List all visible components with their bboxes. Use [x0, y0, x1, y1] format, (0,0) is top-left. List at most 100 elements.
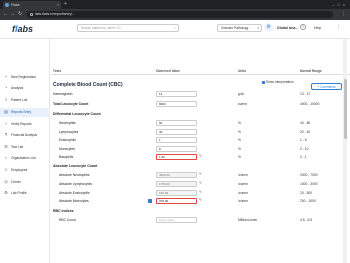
sidebar-item-label: Patient List — [11, 98, 28, 102]
table-row: Total Leucocyte Count 8000 cumm 4000 - 1000… — [51, 100, 350, 108]
table-row: Haemoglobin 14 g/dL 13 - 17 — [51, 90, 350, 98]
new-tab-icon[interactable]: + — [64, 0, 67, 9]
col-tests: Tests — [53, 69, 62, 73]
browser-menu-icon[interactable]: ⋮ — [341, 9, 346, 20]
reload-icon[interactable]: ↻ — [18, 9, 22, 20]
add-comments-button[interactable]: + Comments — [311, 83, 342, 90]
org-name[interactable]: Global Ana... — [277, 24, 298, 32]
row-checkbox[interactable] — [148, 198, 152, 203]
observed-value-input[interactable]: 1.00 — [156, 154, 197, 160]
sidebar-item-verify-reports[interactable]: ✓ Verify Reports — [0, 120, 50, 129]
edit-pencil-icon[interactable]: ✎ — [199, 198, 202, 202]
table-row: Neutrophils 60% 40 - 80 — [51, 119, 350, 127]
url-field[interactable]: labs.flabs.in/report/entry/... — [27, 11, 333, 18]
edit-pencil-icon[interactable]: ✎ — [199, 154, 202, 158]
observed-value-input[interactable]: 1 — [156, 137, 197, 143]
favicon-icon — [5, 3, 9, 7]
checkbox-icon — [262, 80, 265, 84]
test-name: Absolute Eosinophils — [59, 191, 90, 195]
sidebar-item-label: Analysis — [11, 86, 24, 90]
sidebar-item-reports-entry[interactable]: ▤ Reports Entry — [0, 108, 50, 117]
sidebar-item-label: Employees — [11, 168, 28, 172]
sidebar-item-center[interactable]: ◎ Center — [0, 178, 50, 187]
test-name: Monocytes — [59, 147, 75, 151]
unit-text: /cumm — [238, 173, 248, 177]
sidebar-item-label: New Registration — [11, 75, 37, 79]
address-bar: ← → ↻ labs.flabs.in/report/entry/... ⋮ — [0, 9, 350, 20]
test-name: Basophils — [59, 155, 74, 159]
help-link[interactable]: Help — [314, 24, 321, 32]
back-icon[interactable]: ← — [3, 9, 8, 20]
app-header: flabs Search patient by name / ID ⌕ Gobz… — [0, 20, 350, 39]
sidebar-item-icon: ◎ — [4, 179, 8, 184]
normal-range: 200 - 1000 — [300, 199, 316, 203]
table-row: Basophils 1.00 ✎% 0 - 1 — [51, 153, 350, 161]
observed-value-input[interactable]: 30 — [156, 129, 197, 135]
observed-value: 8000 — [159, 102, 166, 106]
url-text: labs.flabs.in/report/entry/... — [35, 12, 75, 16]
observed-value-input[interactable]: 150.00 — [156, 190, 197, 196]
sidebar-item-patient-list[interactable]: ≡ Patient List — [0, 96, 50, 105]
search-placeholder: Search patient by name / ID — [81, 26, 121, 30]
test-name: Total Leucocyte Count — [53, 102, 89, 106]
table-row: Absolute Eosinophils 150.00 ✎ /cumm 20 - 500 — [51, 189, 350, 197]
browser-tab[interactable]: Flabs × — [3, 1, 61, 9]
sidebar-item-organisation-list[interactable]: ⌂ Organisation List — [0, 154, 50, 163]
test-name: Haemoglobin — [53, 92, 73, 96]
sidebar-item-icon: ☺ — [4, 167, 9, 172]
sidebar: + New Registration ◔ Analysis ≡ Patient List ▤… — [0, 39, 50, 263]
scrollbar-thumb[interactable] — [343, 79, 347, 139]
settings-icon[interactable]: ⚙ — [264, 23, 273, 32]
help-icon[interactable]: ? — [300, 24, 306, 30]
show-interpretation-label: Show Interpretation — [266, 80, 294, 84]
patient-search-input[interactable]: Search patient by name / ID ⌕ — [77, 24, 179, 32]
normal-range: 1000 - 3000 — [300, 182, 318, 186]
observed-value-input[interactable]: 1750.00 — [156, 181, 197, 187]
normal-range: 4000 - 10000 — [300, 102, 320, 106]
edit-pencil-icon[interactable]: ✎ — [199, 172, 202, 176]
observed-value-input[interactable]: 14 — [156, 91, 197, 97]
observed-value-input[interactable]: 8000 — [156, 101, 197, 107]
observed-value: 1.00 — [159, 155, 165, 159]
unit-text: % — [238, 147, 241, 151]
observed-value: 8 — [159, 147, 161, 151]
normal-range: 2000 - 7000 — [300, 173, 318, 177]
sidebar-item-label: Lab Profile — [11, 191, 27, 195]
forward-icon[interactable]: → — [10, 9, 15, 20]
test-name: RBC Count — [59, 218, 76, 222]
table-row: Absolute Lymphocytes 1750.00 ✎ /cumm 1000 - … — [51, 180, 350, 188]
edit-pencil-icon[interactable]: ✎ — [199, 181, 202, 185]
test-name: Lymphocytes — [59, 130, 79, 134]
observed-value: Enter value — [159, 218, 175, 222]
window-controls[interactable]: –□× — [332, 0, 348, 9]
sidebar-item-employees[interactable]: ☺ Employees — [0, 166, 50, 175]
close-tab-icon[interactable]: × — [57, 1, 59, 9]
normal-range: 4.5 - 5.5 — [300, 218, 313, 222]
org-select[interactable]: Gobzaro Pathology ▾ — [217, 24, 262, 32]
observed-value-input[interactable]: 4800.00 — [156, 172, 197, 178]
sidebar-item-test-list[interactable]: ☰ Test List — [0, 143, 50, 152]
table-row: Absolute Neutrophils 4800.00 ✎ /cumm 2000 - … — [51, 171, 350, 179]
observed-value-input[interactable]: 700.00 — [156, 198, 197, 204]
observed-value: 4800.00 — [159, 173, 170, 177]
show-interpretation-toggle[interactable]: Show Interpretation — [262, 80, 294, 84]
sidebar-item-icon: ⌂ — [4, 155, 8, 160]
sidebar-item-new-registration[interactable]: + New Registration — [0, 73, 50, 82]
observed-value: 60 — [159, 121, 163, 125]
observed-value-input[interactable]: 8 — [156, 146, 197, 152]
scrollbar[interactable] — [343, 39, 347, 263]
sidebar-item-icon: ⚙ — [4, 190, 8, 195]
unit-text: Million/cumm — [238, 218, 258, 222]
observed-value-input[interactable]: Enter value — [156, 217, 197, 223]
sidebar-item-financial-analysis[interactable]: ₹ Financial Analysis — [0, 131, 50, 140]
edit-pencil-icon[interactable]: ✎ — [199, 190, 202, 194]
flabs-logo: flabs — [12, 24, 34, 34]
observed-value: 700.00 — [159, 199, 169, 203]
sidebar-item-analysis[interactable]: ◔ Analysis — [0, 84, 50, 93]
unit-text: % — [238, 121, 241, 125]
observed-value-input[interactable]: 60 — [156, 120, 197, 126]
sidebar-item-lab-profile[interactable]: ⚙ Lab Profile — [0, 189, 50, 198]
normal-range: 2 - 10 — [300, 147, 309, 151]
normal-range: 20 - 40 — [300, 130, 311, 134]
apps-grid-icon[interactable]: ⋮ — [334, 23, 343, 32]
